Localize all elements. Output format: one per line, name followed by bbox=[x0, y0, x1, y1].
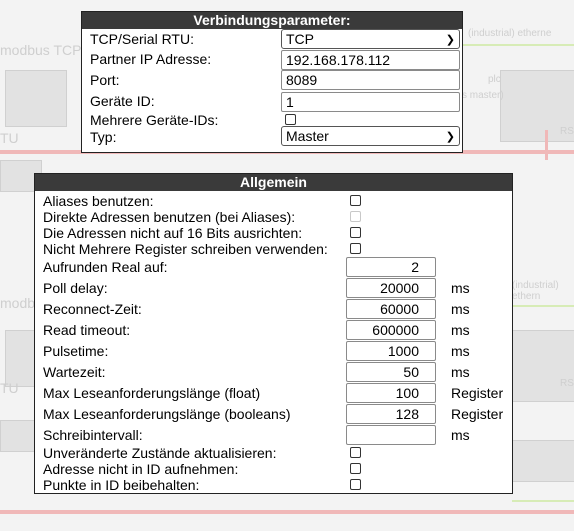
no-multi-write-checkbox[interactable] bbox=[350, 243, 361, 254]
max-bool-label: Max Leseanforderungslänge (booleans) bbox=[43, 406, 291, 422]
connection-panel: Verbindungsparameter: TCP/Serial RTU: TC… bbox=[81, 11, 463, 153]
round-real-input[interactable]: 2 bbox=[346, 257, 436, 277]
general-panel-title: Allgemein bbox=[35, 174, 512, 191]
addr-not-in-id-label: Adresse nicht in ID aufnehmen: bbox=[43, 461, 239, 477]
waittime-unit: ms bbox=[451, 364, 470, 380]
poll-delay-unit: ms bbox=[451, 280, 470, 296]
bg-label: plc bbox=[488, 74, 501, 85]
update-unchanged-checkbox[interactable] bbox=[350, 447, 361, 458]
partner-ip-label: Partner IP Adresse: bbox=[90, 51, 212, 67]
max-bool-input[interactable]: 128 bbox=[346, 404, 436, 424]
multi-ids-checkbox[interactable] bbox=[285, 114, 296, 125]
max-bool-unit: Register bbox=[451, 406, 504, 422]
pulsetime-label: Pulsetime: bbox=[43, 343, 109, 359]
no-multi-write-label: Nicht Mehrere Register schreiben verwend… bbox=[43, 241, 328, 257]
bg-label: RS bbox=[560, 378, 574, 389]
general-panel: Allgemein Aliases benutzen: Direkte Adre… bbox=[34, 173, 513, 494]
waittime-input[interactable]: 50 bbox=[346, 362, 436, 382]
align16-checkbox[interactable] bbox=[350, 227, 361, 238]
bg-label: TU bbox=[0, 130, 19, 146]
connection-panel-title: Verbindungsparameter: bbox=[82, 12, 462, 29]
pulsetime-input[interactable]: 1000 bbox=[346, 341, 436, 361]
addr-not-in-id-checkbox[interactable] bbox=[350, 463, 361, 474]
aliases-label: Aliases benutzen: bbox=[43, 193, 154, 209]
type-label: Typ: bbox=[90, 129, 117, 145]
update-unchanged-label: Unveränderte Zustände aktualisieren: bbox=[43, 445, 277, 461]
port-label: Port: bbox=[90, 72, 120, 88]
max-float-unit: Register bbox=[451, 385, 504, 401]
type-value: Master bbox=[286, 128, 329, 144]
write-interval-label: Schreibintervall: bbox=[43, 427, 143, 443]
reconnect-unit: ms bbox=[451, 301, 470, 317]
bg-label: TU bbox=[0, 380, 19, 396]
keep-points-label: Punkte in ID beibehalten: bbox=[43, 477, 200, 493]
keep-points-checkbox[interactable] bbox=[350, 479, 361, 490]
bg-label: (industrial) etherne bbox=[468, 28, 552, 39]
round-real-label: Aufrunden Real auf: bbox=[43, 259, 168, 275]
poll-delay-input[interactable]: 20000 bbox=[346, 278, 436, 298]
read-timeout-unit: ms bbox=[451, 322, 470, 338]
read-timeout-input[interactable]: 600000 bbox=[346, 320, 436, 340]
chevron-down-icon: ❯ bbox=[445, 131, 455, 143]
max-float-input[interactable]: 100 bbox=[346, 383, 436, 403]
waittime-label: Wartezeit: bbox=[43, 364, 106, 380]
reconnect-label: Reconnect-Zeit: bbox=[43, 301, 142, 317]
max-float-label: Max Leseanforderungslänge (float) bbox=[43, 385, 261, 401]
bg-label: RS bbox=[560, 126, 574, 137]
tcp-serial-value: TCP bbox=[286, 31, 314, 47]
reconnect-input[interactable]: 60000 bbox=[346, 299, 436, 319]
pulsetime-unit: ms bbox=[451, 343, 470, 359]
port-input[interactable]: 8089 bbox=[281, 70, 460, 90]
partner-ip-input[interactable]: 192.168.178.112 bbox=[281, 50, 460, 70]
multi-ids-label: Mehrere Geräte-IDs: bbox=[90, 112, 219, 128]
device-id-input[interactable]: 1 bbox=[281, 92, 460, 112]
tcp-serial-select[interactable]: TCP ❯ bbox=[281, 29, 460, 49]
type-select[interactable]: Master ❯ bbox=[281, 126, 460, 146]
poll-delay-label: Poll delay: bbox=[43, 280, 108, 296]
chevron-down-icon: ❯ bbox=[445, 34, 455, 46]
direct-addresses-checkbox bbox=[350, 211, 361, 222]
tcp-serial-label: TCP/Serial RTU: bbox=[90, 31, 194, 47]
device-id-label: Geräte ID: bbox=[90, 93, 155, 109]
bg-label: modbus TCP bbox=[0, 42, 82, 58]
write-interval-input[interactable] bbox=[346, 425, 436, 445]
bg-label: (industrial) ethern bbox=[512, 280, 559, 302]
aliases-checkbox[interactable] bbox=[350, 195, 361, 206]
direct-addresses-label: Direkte Adressen benutzen (bei Aliases): bbox=[43, 209, 296, 225]
write-interval-unit: ms bbox=[451, 427, 470, 443]
align16-label: Die Adressen nicht auf 16 Bits ausrichte… bbox=[43, 225, 303, 241]
read-timeout-label: Read timeout: bbox=[43, 322, 131, 338]
bg-label: s master) bbox=[462, 90, 504, 101]
